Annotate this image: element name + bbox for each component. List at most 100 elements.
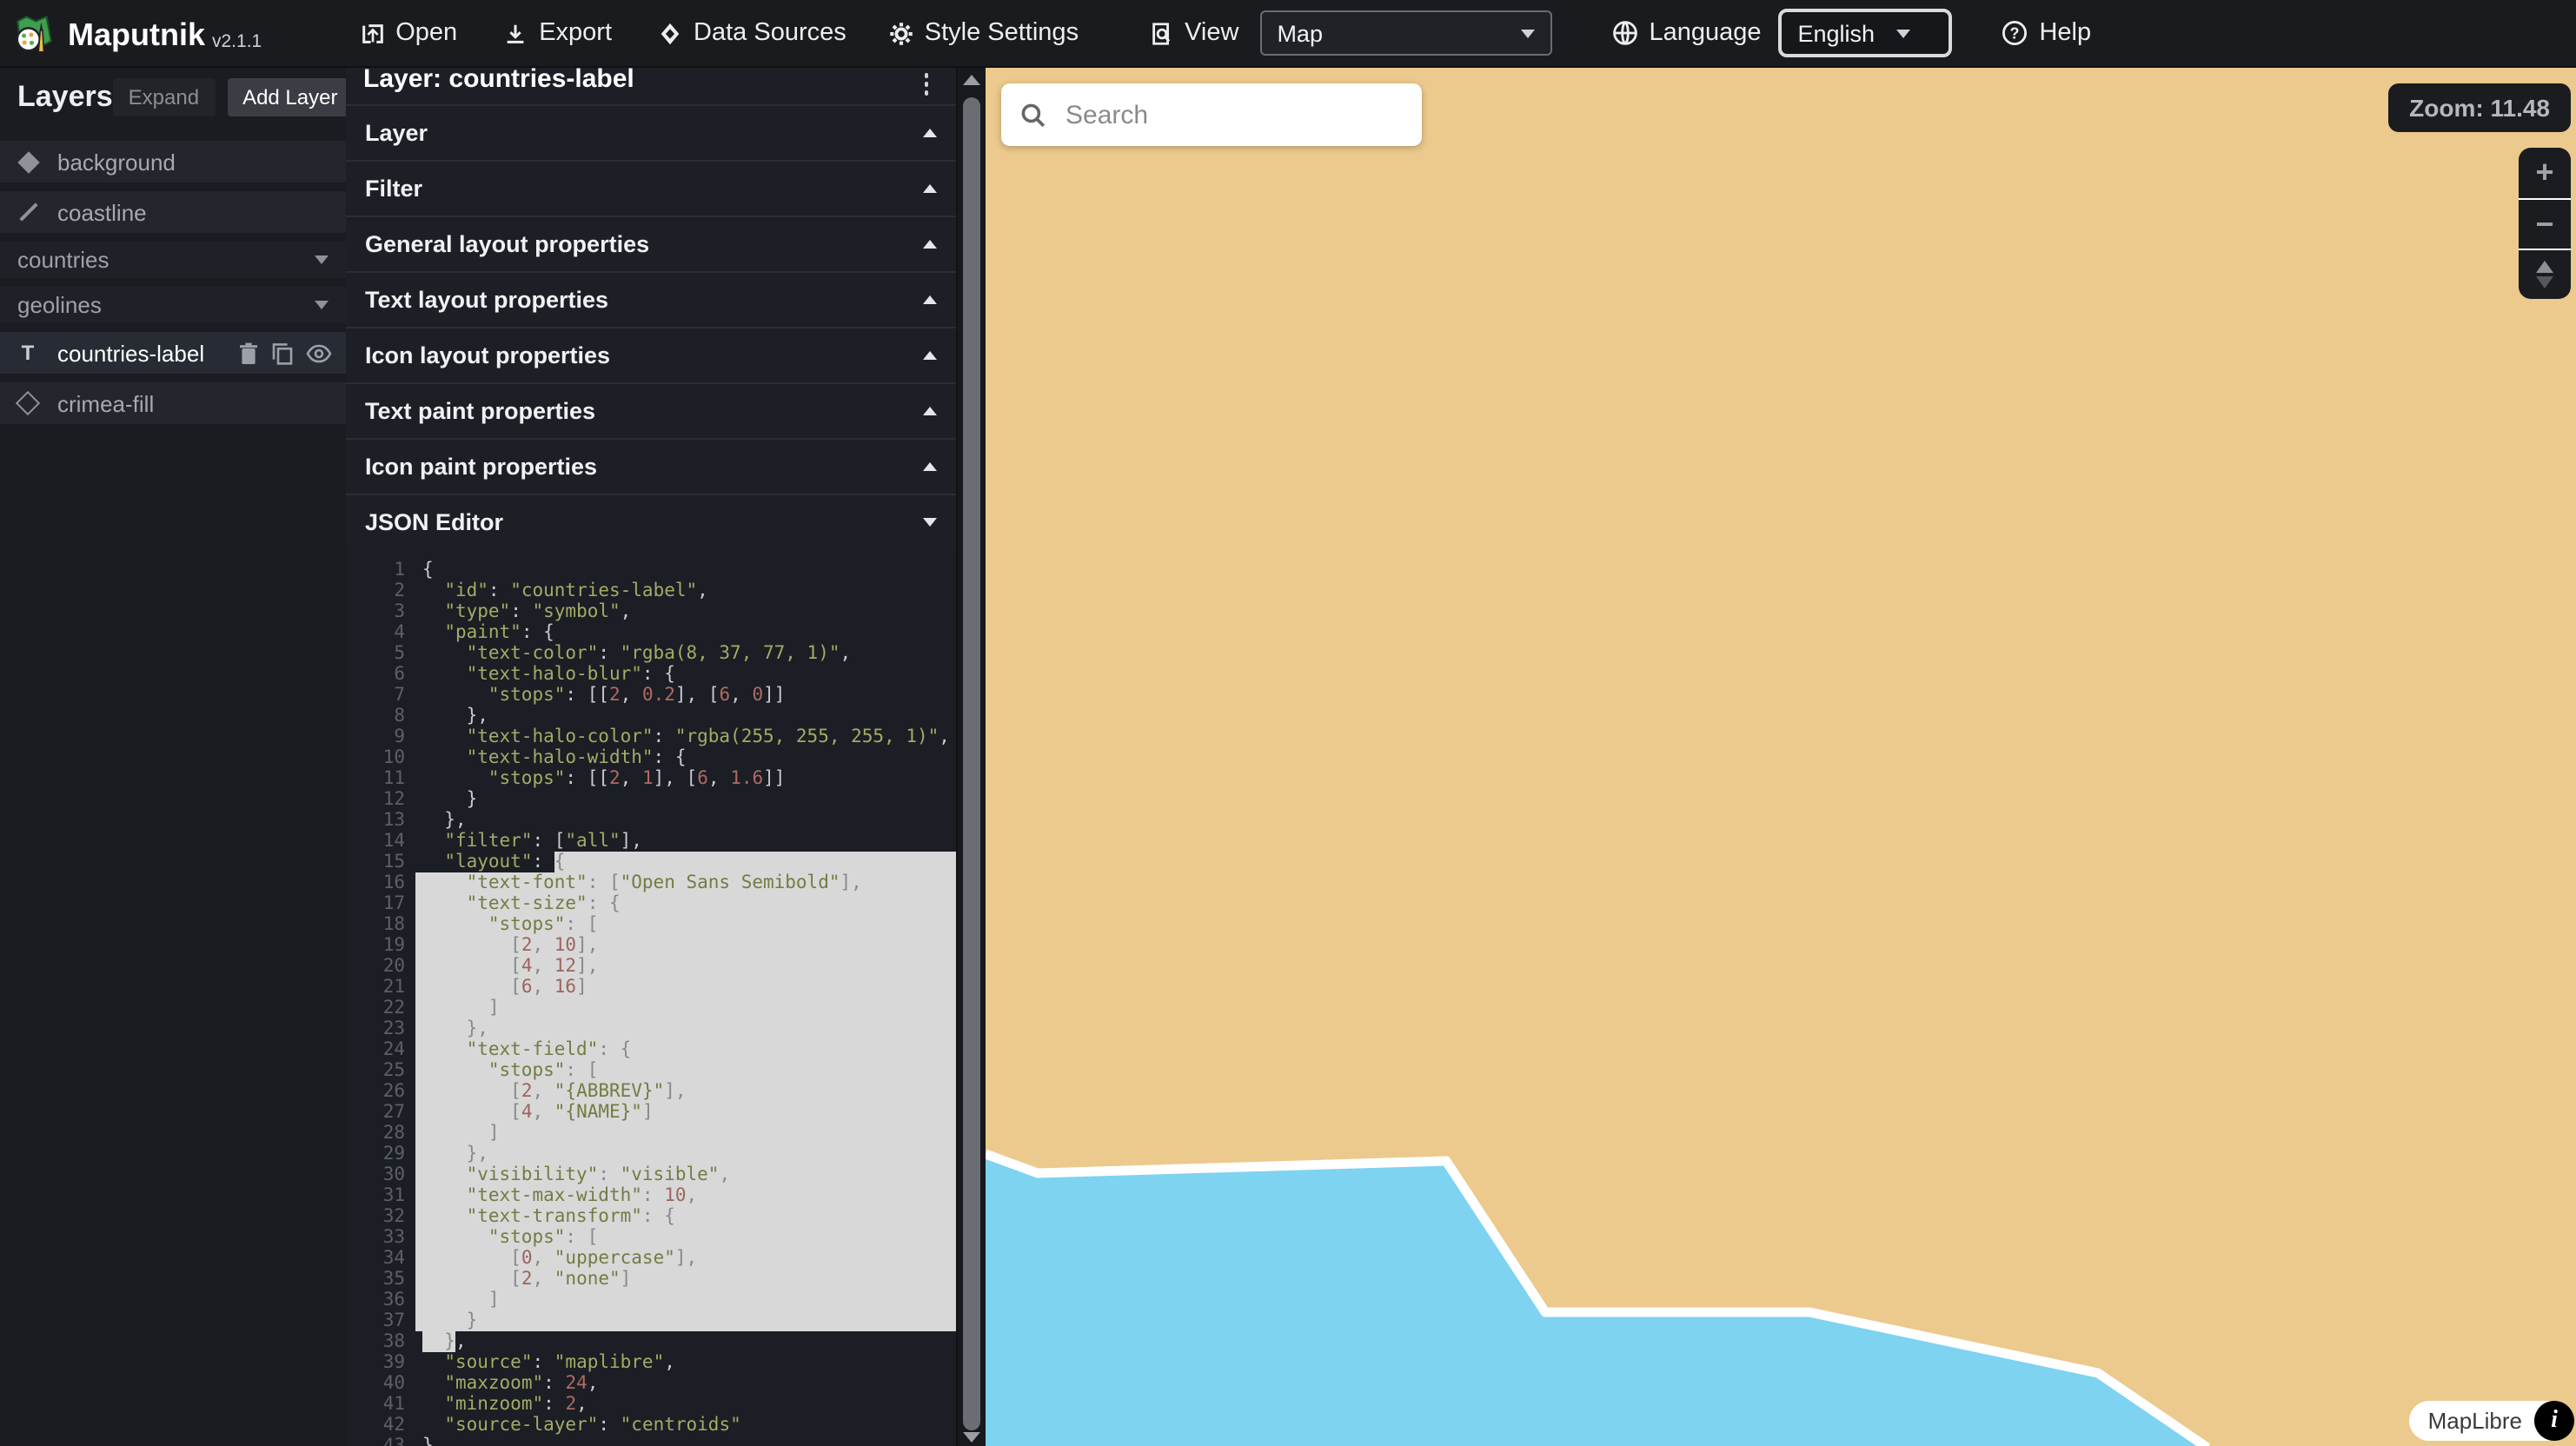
delete-layer-icon[interactable]	[238, 342, 259, 364]
json-editor[interactable]: 1{2 "id": "countries-label",3 "type": "s…	[346, 549, 956, 1446]
layers-panel: Layers Expand Add Layer background coast…	[0, 66, 346, 1446]
section-json-editor[interactable]: JSON Editor	[346, 494, 956, 549]
chevron-down-icon	[1895, 29, 1909, 37]
code-text: ]	[415, 1290, 956, 1310]
language-label: Language	[1649, 19, 1761, 47]
line-number: 33	[346, 1227, 415, 1248]
duplicate-layer-icon[interactable]	[271, 342, 294, 364]
export-icon	[502, 20, 528, 46]
layer-list: background coastline countries geolines …	[0, 141, 346, 424]
line-number: 2	[346, 580, 415, 601]
layer-label: background	[57, 149, 176, 175]
code-text: },	[415, 706, 956, 726]
language-select[interactable]: English	[1778, 9, 1952, 57]
view-select[interactable]: Map	[1259, 10, 1551, 56]
layers-title: Layers	[17, 80, 113, 115]
layer-item-coastline[interactable]: coastline	[0, 191, 346, 233]
code-text: ]	[415, 1123, 956, 1144]
section-icon-layout[interactable]: Icon layout properties	[346, 327, 956, 382]
code-line: 9 "text-halo-color": "rgba(255, 255, 255…	[346, 726, 956, 747]
style-settings-button[interactable]: Style Settings	[888, 19, 1079, 47]
code-line: 30 "visibility": "visible",	[346, 1164, 956, 1185]
code-line: 19 [2, 10],	[346, 935, 956, 956]
section-text-layout[interactable]: Text layout properties	[346, 271, 956, 327]
section-layer[interactable]: Layer	[346, 104, 956, 160]
layer-menu-kebab-icon[interactable]	[913, 70, 939, 98]
section-label: Filter	[365, 176, 422, 202]
code-line: 3 "type": "symbol",	[346, 601, 956, 622]
code-line: 39 "source": "maplibre",	[346, 1352, 956, 1373]
layer-item-crimea-fill[interactable]: crimea-fill	[0, 382, 346, 424]
search-input[interactable]	[1062, 98, 1399, 131]
scroll-up-icon[interactable]	[963, 75, 980, 85]
line-number: 8	[346, 706, 415, 726]
code-line: 42 "source-layer": "centroids"	[346, 1415, 956, 1436]
scroll-down-icon[interactable]	[963, 1432, 980, 1443]
line-number: 31	[346, 1185, 415, 1206]
code-line: 34 [0, "uppercase"],	[346, 1248, 956, 1269]
line-number: 28	[346, 1123, 415, 1144]
line-number: 7	[346, 685, 415, 706]
line-number: 42	[346, 1415, 415, 1436]
code-line: 21 [6, 16]	[346, 977, 956, 998]
layer-item-background[interactable]: background	[0, 141, 346, 182]
code-text: "filter": ["all"],	[415, 831, 956, 852]
map-canvas[interactable]: Zoom: 11.48 + − MapLibre i	[986, 66, 2576, 1446]
attribution-text: MapLibre	[2428, 1408, 2522, 1434]
layer-group-geolines[interactable]: geolines	[0, 287, 346, 323]
zoom-in-button[interactable]: +	[2519, 148, 2571, 198]
open-button[interactable]: Open	[359, 19, 457, 47]
line-number: 20	[346, 956, 415, 977]
scrollbar-thumb[interactable]	[962, 97, 979, 1430]
add-layer-button[interactable]: Add Layer	[227, 78, 353, 116]
toolbar: Maputnik v2.1.1 Open Export	[0, 0, 2576, 68]
section-text-paint[interactable]: Text paint properties	[346, 382, 956, 438]
line-number: 26	[346, 1081, 415, 1102]
data-sources-label: Data Sources	[694, 19, 846, 47]
line-number: 34	[346, 1248, 415, 1269]
layer-item-countries-label[interactable]: T countries-label	[0, 332, 346, 374]
code-line: 15 "layout": {	[346, 852, 956, 872]
code-text: "stops": [	[415, 1227, 956, 1248]
panel-scrollbar[interactable]	[956, 66, 986, 1446]
line-number: 23	[346, 1018, 415, 1039]
water-shape	[986, 1154, 2208, 1446]
line-number: 3	[346, 601, 415, 622]
zoom-out-button[interactable]: −	[2519, 198, 2571, 249]
code-text: },	[415, 810, 956, 831]
code-text: [2, "{ABBREV}"],	[415, 1081, 956, 1102]
line-number: 24	[346, 1039, 415, 1060]
line-number: 12	[346, 789, 415, 810]
visibility-icon[interactable]	[306, 343, 332, 362]
section-general-layout[interactable]: General layout properties	[346, 216, 956, 271]
info-button[interactable]: i	[2534, 1401, 2574, 1441]
collapse-up-icon	[923, 295, 937, 304]
code-line: 36 ]	[346, 1290, 956, 1310]
code-line: 40 "maxzoom": 24,	[346, 1373, 956, 1394]
code-text: "source": "maplibre",	[415, 1352, 956, 1373]
section-icon-paint[interactable]: Icon paint properties	[346, 438, 956, 494]
line-number: 11	[346, 768, 415, 789]
symbol-layer-icon: T	[14, 342, 42, 363]
brand-title: Maputnik	[68, 13, 205, 55]
code-line: 17 "text-size": {	[346, 893, 956, 914]
background-layer-icon	[14, 154, 42, 169]
code-line: 29 },	[346, 1144, 956, 1164]
data-sources-button[interactable]: Data Sources	[657, 19, 846, 47]
expand-button[interactable]: Expand	[113, 78, 215, 116]
language-select-value: English	[1797, 20, 1875, 46]
section-filter[interactable]: Filter	[346, 160, 956, 216]
line-number: 22	[346, 998, 415, 1018]
layer-group-countries[interactable]: countries	[0, 242, 346, 278]
collapse-down-icon	[923, 518, 937, 527]
code-text: "maxzoom": 24,	[415, 1373, 956, 1394]
version-label: v2.1.1	[212, 30, 262, 51]
export-button[interactable]: Export	[502, 19, 612, 47]
code-line: 25 "stops": [	[346, 1060, 956, 1081]
code-line: 16 "text-font": ["Open Sans Semibold"],	[346, 872, 956, 893]
help-button[interactable]: ? Help	[2001, 19, 2091, 47]
pitch-toggle-button[interactable]	[2519, 249, 2571, 299]
globe-icon	[1610, 19, 1638, 47]
line-number: 9	[346, 726, 415, 747]
code-line: 23 },	[346, 1018, 956, 1039]
